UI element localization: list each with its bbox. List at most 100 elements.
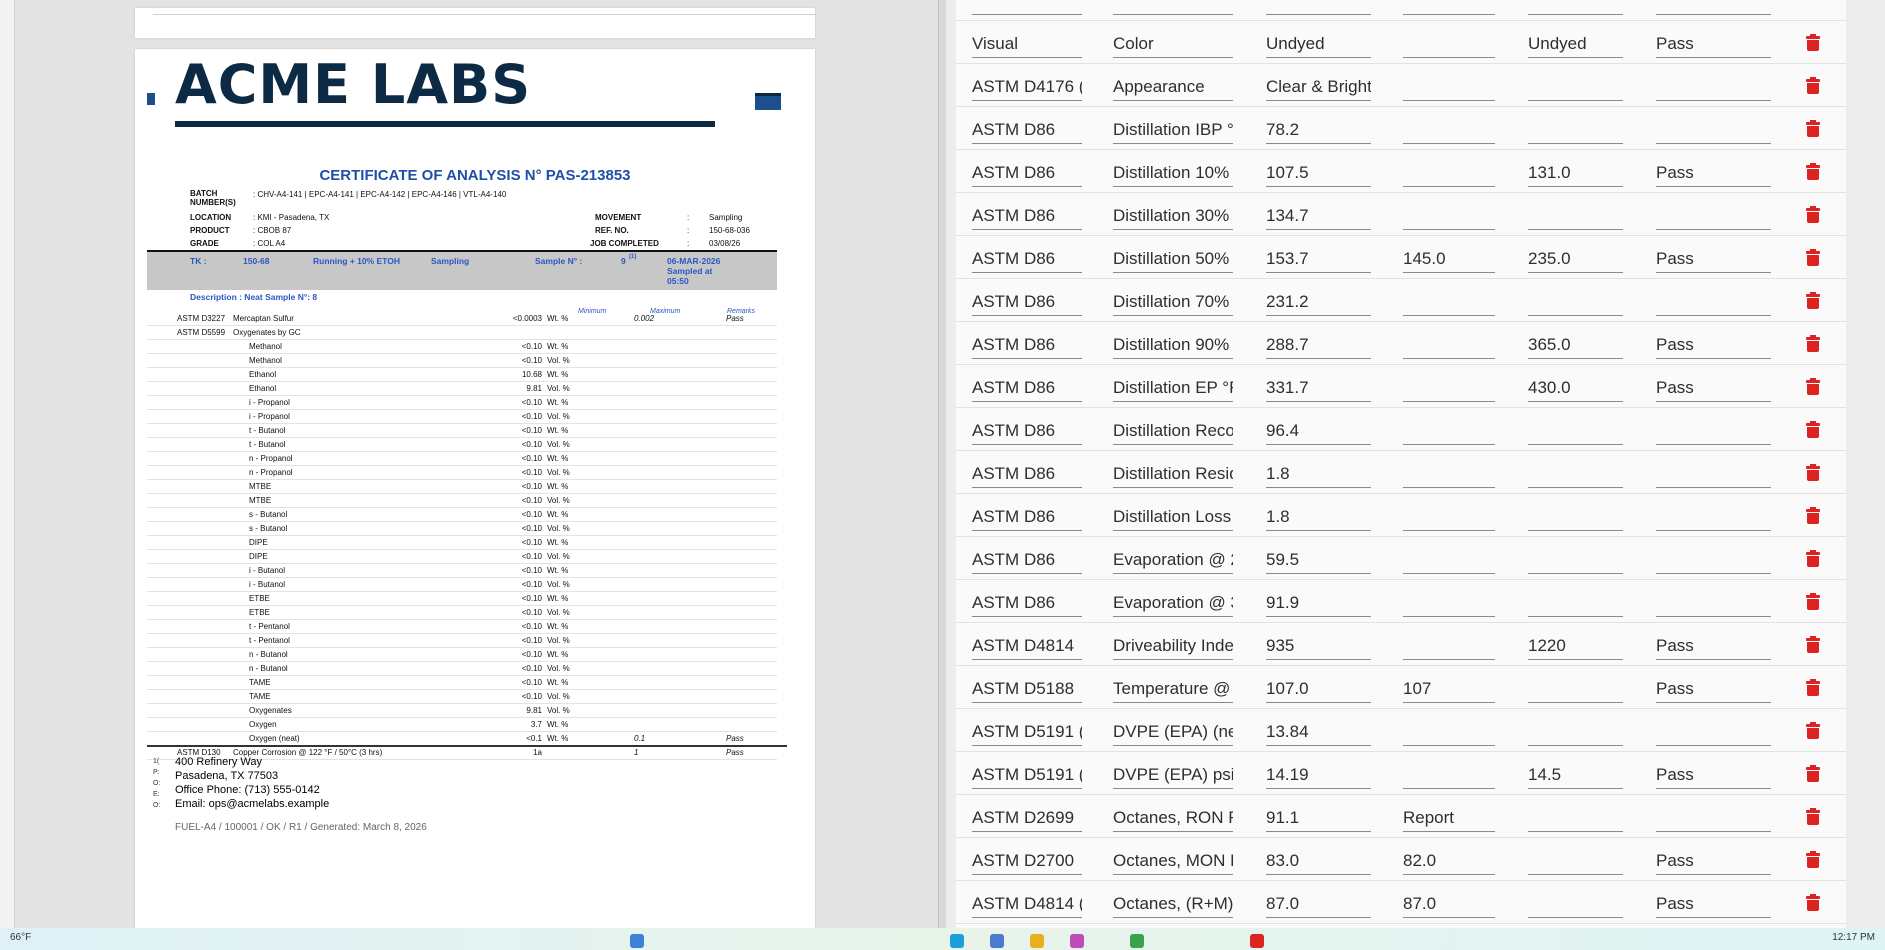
delete-row-icon[interactable] — [1805, 163, 1821, 181]
remarks-input[interactable]: Pass — [1656, 163, 1771, 187]
property-input[interactable]: DVPE (EPA) psi — [1113, 765, 1233, 789]
method-input[interactable]: ASTM D2700 — [972, 851, 1082, 875]
maximum-input[interactable] — [1528, 421, 1623, 445]
property-input[interactable]: Distillation IBP °F — [1113, 120, 1233, 144]
property-input[interactable]: Distillation 90% — [1113, 335, 1233, 359]
method-input[interactable]: ASTM D5191 ( — [972, 765, 1082, 789]
result-input[interactable]: 96.4 — [1266, 421, 1371, 445]
result-input[interactable]: 14.19 — [1266, 765, 1371, 789]
method-input[interactable]: ASTM D86 — [972, 292, 1082, 316]
taskbar-clock[interactable]: 12:17 PM — [1832, 932, 1875, 943]
property-input[interactable]: Distillation 10% — [1113, 163, 1233, 187]
maximum-input[interactable] — [1528, 550, 1623, 574]
minimum-input[interactable] — [1403, 765, 1495, 789]
delete-row-icon[interactable] — [1805, 851, 1821, 869]
delete-row-icon[interactable] — [1805, 722, 1821, 740]
delete-row-icon[interactable] — [1805, 894, 1821, 912]
remarks-input[interactable]: Pass — [1656, 679, 1771, 703]
method-input[interactable]: ASTM D86 — [972, 550, 1082, 574]
delete-row-icon[interactable] — [1805, 808, 1821, 826]
property-input[interactable]: Distillation 30% — [1113, 206, 1233, 230]
minimum-input[interactable]: 107 — [1403, 679, 1495, 703]
method-input[interactable]: ASTM D2699 — [972, 808, 1082, 832]
remarks-input[interactable]: Pass — [1656, 378, 1771, 402]
property-input[interactable]: Evaporation @ 2 — [1113, 550, 1233, 574]
maximum-input[interactable] — [1528, 206, 1623, 230]
maximum-input[interactable] — [1528, 808, 1623, 832]
minimum-input[interactable] — [1403, 206, 1495, 230]
delete-row-icon[interactable] — [1805, 507, 1821, 525]
method-input[interactable]: ASTM D5191 ( — [972, 722, 1082, 746]
weather-widget[interactable]: 66°F — [10, 932, 31, 943]
method-input[interactable]: ASTM D5188 — [972, 679, 1082, 703]
taskbar-app-icon[interactable] — [1130, 934, 1144, 948]
maximum-input[interactable] — [1528, 679, 1623, 703]
method-input[interactable]: ASTM D86 — [972, 464, 1082, 488]
delete-row-icon[interactable] — [1805, 206, 1821, 224]
result-input[interactable]: 1.8 — [1266, 464, 1371, 488]
minimum-input[interactable] — [1403, 722, 1495, 746]
delete-row-icon[interactable] — [1805, 34, 1821, 52]
remarks-input[interactable] — [1656, 808, 1771, 832]
delete-row-icon[interactable] — [1805, 679, 1821, 697]
minimum-input[interactable] — [1403, 421, 1495, 445]
results-editor[interactable]: Visual Color Undyed Undyed Pass ASTM D4176 ( A… — [946, 0, 1885, 928]
remarks-input[interactable]: Pass — [1656, 765, 1771, 789]
method-input[interactable]: ASTM D4176 ( — [972, 77, 1082, 101]
remarks-input[interactable] — [1656, 722, 1771, 746]
minimum-input[interactable] — [1403, 378, 1495, 402]
result-input[interactable]: 134.7 — [1266, 206, 1371, 230]
result-input[interactable]: Undyed — [1266, 34, 1371, 58]
maximum-input[interactable] — [1528, 894, 1623, 918]
maximum-input[interactable] — [1528, 77, 1623, 101]
method-input[interactable]: ASTM D86 — [972, 120, 1082, 144]
result-input[interactable]: 91.1 — [1266, 808, 1371, 832]
maximum-input[interactable] — [1528, 507, 1623, 531]
result-input[interactable]: 231.2 — [1266, 292, 1371, 316]
method-input[interactable]: ASTM D86 — [972, 335, 1082, 359]
property-input[interactable]: Octanes, RON Ra — [1113, 808, 1233, 832]
minimum-input[interactable]: Report — [1403, 808, 1495, 832]
result-input[interactable]: 288.7 — [1266, 335, 1371, 359]
property-input[interactable]: Octanes, (R+M)/ — [1113, 894, 1233, 918]
minimum-input[interactable] — [1403, 120, 1495, 144]
minimum-input[interactable] — [1403, 292, 1495, 316]
property-input[interactable]: DVPE (EPA) (nea — [1113, 722, 1233, 746]
method-input[interactable]: ASTM D86 — [972, 507, 1082, 531]
minimum-input[interactable] — [1403, 550, 1495, 574]
remarks-input[interactable] — [1656, 421, 1771, 445]
minimum-input[interactable]: 82.0 — [1403, 851, 1495, 875]
taskbar-app-icon[interactable] — [1030, 934, 1044, 948]
maximum-input[interactable]: 131.0 — [1528, 163, 1623, 187]
result-input[interactable]: 13.84 — [1266, 722, 1371, 746]
remarks-input[interactable] — [1656, 464, 1771, 488]
result-input[interactable]: 83.0 — [1266, 851, 1371, 875]
delete-row-icon[interactable] — [1805, 593, 1821, 611]
minimum-input[interactable] — [1403, 464, 1495, 488]
property-input[interactable]: Color — [1113, 34, 1233, 58]
taskbar-app-icon[interactable] — [990, 934, 1004, 948]
delete-row-icon[interactable] — [1805, 77, 1821, 95]
maximum-input[interactable]: 14.5 — [1528, 765, 1623, 789]
property-input[interactable]: Distillation Resid — [1113, 464, 1233, 488]
method-input[interactable]: ASTM D86 — [972, 163, 1082, 187]
maximum-input[interactable]: Undyed — [1528, 34, 1623, 58]
remarks-input[interactable] — [1656, 550, 1771, 574]
delete-row-icon[interactable] — [1805, 335, 1821, 353]
property-input[interactable]: Distillation 50% — [1113, 249, 1233, 273]
remarks-input[interactable] — [1656, 593, 1771, 617]
remarks-input[interactable]: Pass — [1656, 894, 1771, 918]
method-input[interactable]: ASTM D86 — [972, 593, 1082, 617]
remarks-input[interactable] — [1656, 206, 1771, 230]
maximum-input[interactable]: 235.0 — [1528, 249, 1623, 273]
minimum-input[interactable] — [1403, 335, 1495, 359]
result-input[interactable]: 91.9 — [1266, 593, 1371, 617]
maximum-input[interactable]: 430.0 — [1528, 378, 1623, 402]
remarks-input[interactable] — [1656, 507, 1771, 531]
property-input[interactable]: Octanes, MON R — [1113, 851, 1233, 875]
remarks-input[interactable] — [1656, 120, 1771, 144]
method-input[interactable]: Visual — [972, 34, 1082, 58]
result-input[interactable]: 87.0 — [1266, 894, 1371, 918]
property-input[interactable]: Distillation EP °F — [1113, 378, 1233, 402]
minimum-input[interactable] — [1403, 163, 1495, 187]
